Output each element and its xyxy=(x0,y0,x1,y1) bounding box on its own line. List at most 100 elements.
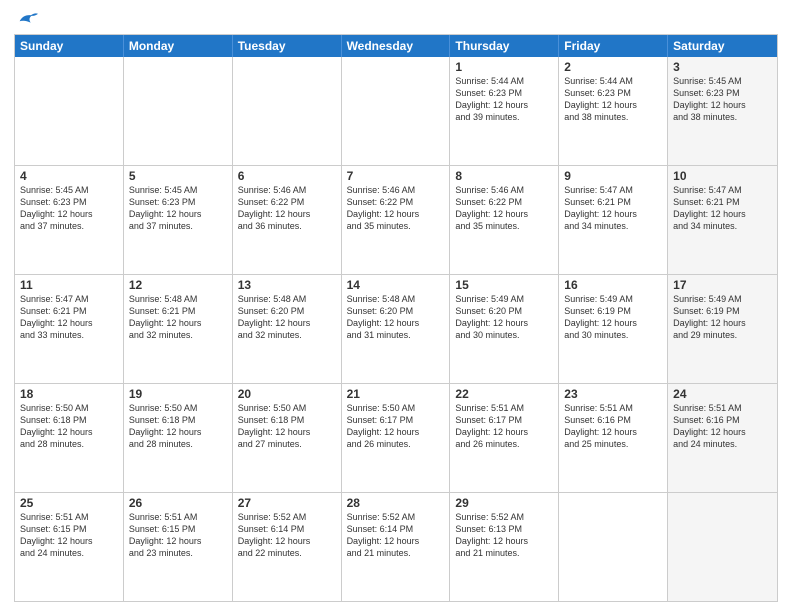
calendar-cell: 19Sunrise: 5:50 AM Sunset: 6:18 PM Dayli… xyxy=(124,384,233,492)
day-number: 11 xyxy=(20,278,118,292)
calendar-cell: 27Sunrise: 5:52 AM Sunset: 6:14 PM Dayli… xyxy=(233,493,342,601)
day-number: 5 xyxy=(129,169,227,183)
day-number: 29 xyxy=(455,496,553,510)
calendar-cell: 20Sunrise: 5:50 AM Sunset: 6:18 PM Dayli… xyxy=(233,384,342,492)
day-number: 12 xyxy=(129,278,227,292)
calendar-cell xyxy=(124,57,233,165)
day-info: Sunrise: 5:52 AM Sunset: 6:13 PM Dayligh… xyxy=(455,511,553,560)
day-info: Sunrise: 5:50 AM Sunset: 6:18 PM Dayligh… xyxy=(238,402,336,451)
day-number: 3 xyxy=(673,60,772,74)
calendar-cell: 5Sunrise: 5:45 AM Sunset: 6:23 PM Daylig… xyxy=(124,166,233,274)
day-info: Sunrise: 5:44 AM Sunset: 6:23 PM Dayligh… xyxy=(455,75,553,124)
calendar-cell: 18Sunrise: 5:50 AM Sunset: 6:18 PM Dayli… xyxy=(15,384,124,492)
calendar-cell: 6Sunrise: 5:46 AM Sunset: 6:22 PM Daylig… xyxy=(233,166,342,274)
calendar-cell xyxy=(233,57,342,165)
day-info: Sunrise: 5:46 AM Sunset: 6:22 PM Dayligh… xyxy=(455,184,553,233)
day-number: 24 xyxy=(673,387,772,401)
calendar-cell: 17Sunrise: 5:49 AM Sunset: 6:19 PM Dayli… xyxy=(668,275,777,383)
calendar-cell: 29Sunrise: 5:52 AM Sunset: 6:13 PM Dayli… xyxy=(450,493,559,601)
day-number: 25 xyxy=(20,496,118,510)
day-number: 16 xyxy=(564,278,662,292)
day-number: 13 xyxy=(238,278,336,292)
day-info: Sunrise: 5:52 AM Sunset: 6:14 PM Dayligh… xyxy=(347,511,445,560)
logo-bird-icon xyxy=(16,10,38,28)
calendar-cell: 15Sunrise: 5:49 AM Sunset: 6:20 PM Dayli… xyxy=(450,275,559,383)
calendar-cell xyxy=(668,493,777,601)
day-info: Sunrise: 5:49 AM Sunset: 6:19 PM Dayligh… xyxy=(673,293,772,342)
day-number: 20 xyxy=(238,387,336,401)
calendar-cell: 23Sunrise: 5:51 AM Sunset: 6:16 PM Dayli… xyxy=(559,384,668,492)
day-number: 15 xyxy=(455,278,553,292)
calendar-cell: 3Sunrise: 5:45 AM Sunset: 6:23 PM Daylig… xyxy=(668,57,777,165)
day-number: 14 xyxy=(347,278,445,292)
day-number: 18 xyxy=(20,387,118,401)
day-info: Sunrise: 5:50 AM Sunset: 6:18 PM Dayligh… xyxy=(129,402,227,451)
calendar-cell: 10Sunrise: 5:47 AM Sunset: 6:21 PM Dayli… xyxy=(668,166,777,274)
day-info: Sunrise: 5:49 AM Sunset: 6:19 PM Dayligh… xyxy=(564,293,662,342)
calendar-header-day: Wednesday xyxy=(342,35,451,57)
calendar-cell: 21Sunrise: 5:50 AM Sunset: 6:17 PM Dayli… xyxy=(342,384,451,492)
calendar-cell: 28Sunrise: 5:52 AM Sunset: 6:14 PM Dayli… xyxy=(342,493,451,601)
day-info: Sunrise: 5:48 AM Sunset: 6:20 PM Dayligh… xyxy=(347,293,445,342)
day-info: Sunrise: 5:50 AM Sunset: 6:17 PM Dayligh… xyxy=(347,402,445,451)
calendar-header-day: Monday xyxy=(124,35,233,57)
day-number: 6 xyxy=(238,169,336,183)
calendar-cell: 7Sunrise: 5:46 AM Sunset: 6:22 PM Daylig… xyxy=(342,166,451,274)
calendar-cell: 22Sunrise: 5:51 AM Sunset: 6:17 PM Dayli… xyxy=(450,384,559,492)
calendar-cell: 2Sunrise: 5:44 AM Sunset: 6:23 PM Daylig… xyxy=(559,57,668,165)
calendar-cell: 26Sunrise: 5:51 AM Sunset: 6:15 PM Dayli… xyxy=(124,493,233,601)
calendar-cell: 14Sunrise: 5:48 AM Sunset: 6:20 PM Dayli… xyxy=(342,275,451,383)
day-info: Sunrise: 5:44 AM Sunset: 6:23 PM Dayligh… xyxy=(564,75,662,124)
calendar-header-day: Saturday xyxy=(668,35,777,57)
calendar-body: 1Sunrise: 5:44 AM Sunset: 6:23 PM Daylig… xyxy=(15,57,777,601)
calendar: SundayMondayTuesdayWednesdayThursdayFrid… xyxy=(14,34,778,602)
page: SundayMondayTuesdayWednesdayThursdayFrid… xyxy=(0,0,792,612)
calendar-header-day: Friday xyxy=(559,35,668,57)
day-number: 1 xyxy=(455,60,553,74)
day-info: Sunrise: 5:46 AM Sunset: 6:22 PM Dayligh… xyxy=(347,184,445,233)
day-info: Sunrise: 5:46 AM Sunset: 6:22 PM Dayligh… xyxy=(238,184,336,233)
day-info: Sunrise: 5:45 AM Sunset: 6:23 PM Dayligh… xyxy=(129,184,227,233)
calendar-cell: 13Sunrise: 5:48 AM Sunset: 6:20 PM Dayli… xyxy=(233,275,342,383)
day-number: 17 xyxy=(673,278,772,292)
day-number: 21 xyxy=(347,387,445,401)
calendar-cell xyxy=(15,57,124,165)
calendar-cell: 25Sunrise: 5:51 AM Sunset: 6:15 PM Dayli… xyxy=(15,493,124,601)
day-info: Sunrise: 5:47 AM Sunset: 6:21 PM Dayligh… xyxy=(564,184,662,233)
day-number: 8 xyxy=(455,169,553,183)
calendar-cell: 1Sunrise: 5:44 AM Sunset: 6:23 PM Daylig… xyxy=(450,57,559,165)
day-number: 4 xyxy=(20,169,118,183)
calendar-cell xyxy=(559,493,668,601)
calendar-header-day: Sunday xyxy=(15,35,124,57)
day-number: 27 xyxy=(238,496,336,510)
day-info: Sunrise: 5:52 AM Sunset: 6:14 PM Dayligh… xyxy=(238,511,336,560)
day-number: 2 xyxy=(564,60,662,74)
calendar-header: SundayMondayTuesdayWednesdayThursdayFrid… xyxy=(15,35,777,57)
calendar-cell: 8Sunrise: 5:46 AM Sunset: 6:22 PM Daylig… xyxy=(450,166,559,274)
day-number: 19 xyxy=(129,387,227,401)
day-number: 26 xyxy=(129,496,227,510)
day-info: Sunrise: 5:47 AM Sunset: 6:21 PM Dayligh… xyxy=(673,184,772,233)
day-info: Sunrise: 5:49 AM Sunset: 6:20 PM Dayligh… xyxy=(455,293,553,342)
day-info: Sunrise: 5:45 AM Sunset: 6:23 PM Dayligh… xyxy=(673,75,772,124)
day-info: Sunrise: 5:51 AM Sunset: 6:15 PM Dayligh… xyxy=(20,511,118,560)
calendar-cell: 4Sunrise: 5:45 AM Sunset: 6:23 PM Daylig… xyxy=(15,166,124,274)
calendar-cell: 11Sunrise: 5:47 AM Sunset: 6:21 PM Dayli… xyxy=(15,275,124,383)
calendar-row: 18Sunrise: 5:50 AM Sunset: 6:18 PM Dayli… xyxy=(15,383,777,492)
calendar-cell: 24Sunrise: 5:51 AM Sunset: 6:16 PM Dayli… xyxy=(668,384,777,492)
logo xyxy=(14,10,38,28)
day-info: Sunrise: 5:48 AM Sunset: 6:20 PM Dayligh… xyxy=(238,293,336,342)
calendar-row: 1Sunrise: 5:44 AM Sunset: 6:23 PM Daylig… xyxy=(15,57,777,165)
calendar-row: 11Sunrise: 5:47 AM Sunset: 6:21 PM Dayli… xyxy=(15,274,777,383)
calendar-cell: 12Sunrise: 5:48 AM Sunset: 6:21 PM Dayli… xyxy=(124,275,233,383)
day-number: 22 xyxy=(455,387,553,401)
day-info: Sunrise: 5:51 AM Sunset: 6:15 PM Dayligh… xyxy=(129,511,227,560)
day-number: 28 xyxy=(347,496,445,510)
day-info: Sunrise: 5:51 AM Sunset: 6:16 PM Dayligh… xyxy=(673,402,772,451)
day-info: Sunrise: 5:50 AM Sunset: 6:18 PM Dayligh… xyxy=(20,402,118,451)
calendar-cell: 9Sunrise: 5:47 AM Sunset: 6:21 PM Daylig… xyxy=(559,166,668,274)
day-info: Sunrise: 5:51 AM Sunset: 6:17 PM Dayligh… xyxy=(455,402,553,451)
day-info: Sunrise: 5:48 AM Sunset: 6:21 PM Dayligh… xyxy=(129,293,227,342)
day-number: 10 xyxy=(673,169,772,183)
day-info: Sunrise: 5:45 AM Sunset: 6:23 PM Dayligh… xyxy=(20,184,118,233)
